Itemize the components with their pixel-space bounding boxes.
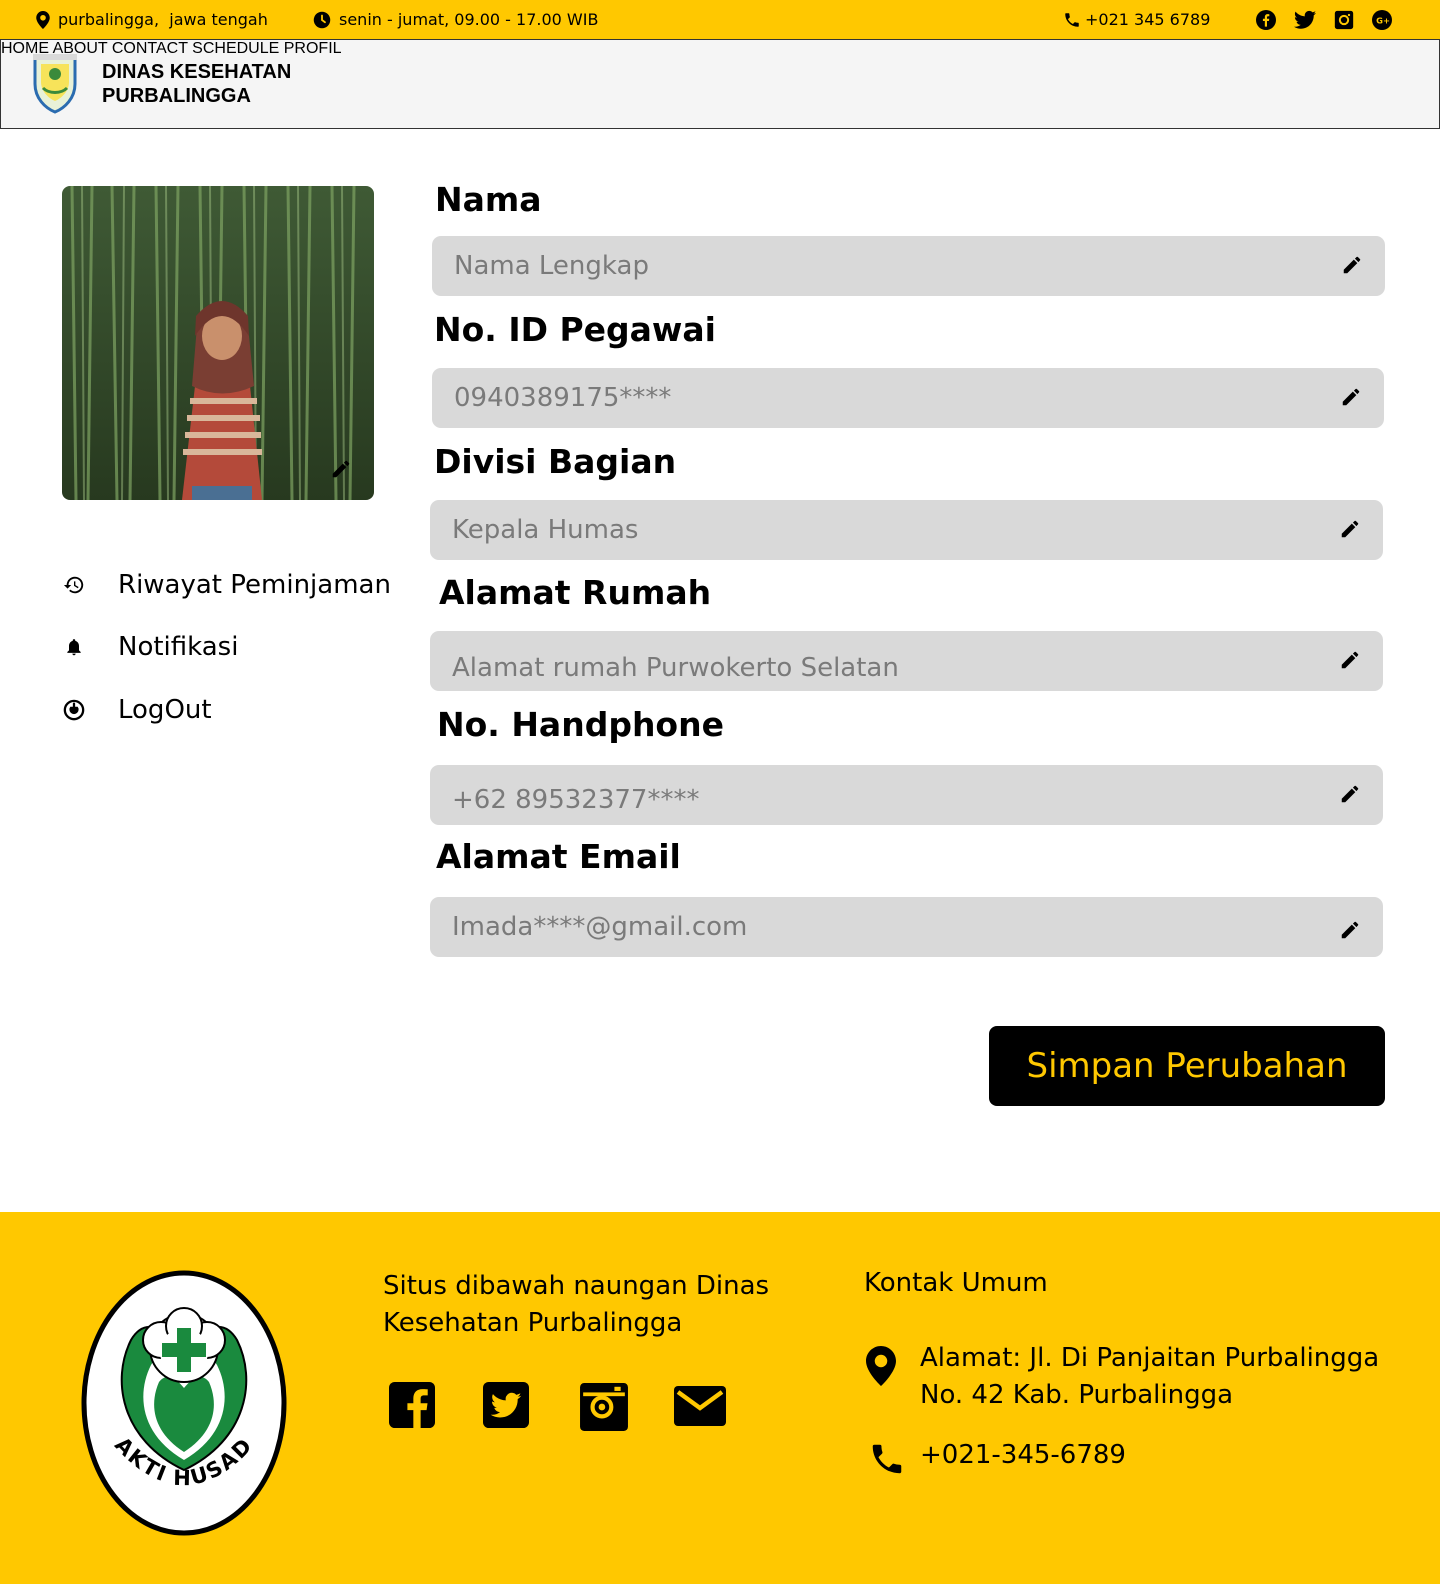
contact-phone[interactable]: +021-345-6789 bbox=[920, 1440, 1126, 1470]
field-nama[interactable] bbox=[432, 236, 1385, 296]
handphone-input[interactable] bbox=[430, 765, 1313, 825]
menu-label-logout: LogOut bbox=[118, 695, 212, 725]
nav-contact[interactable]: CONTACT bbox=[112, 40, 188, 57]
nama-input[interactable] bbox=[432, 236, 1315, 296]
edit-pencil-icon[interactable] bbox=[1341, 254, 1365, 278]
field-id-pegawai[interactable] bbox=[432, 368, 1384, 428]
menu-item-logout[interactable]: LogOut bbox=[62, 690, 212, 730]
hours-text: senin - jumat, 09.00 - 17.00 WIB bbox=[339, 10, 599, 29]
field-handphone[interactable] bbox=[430, 765, 1383, 825]
label-divisi: Divisi Bagian bbox=[434, 442, 677, 481]
save-changes-button[interactable]: Simpan Perubahan bbox=[989, 1026, 1385, 1106]
contact-address: Alamat: Jl. Di Panjaitan Purbalingga No.… bbox=[920, 1343, 1380, 1410]
email-input[interactable] bbox=[430, 897, 1313, 957]
alamat-rumah-input[interactable] bbox=[430, 631, 1313, 691]
bell-icon bbox=[62, 635, 86, 659]
nav-schedule[interactable]: SCHEDULE bbox=[192, 40, 279, 57]
divisi-input[interactable] bbox=[430, 500, 1313, 560]
contact-title: Kontak Umum bbox=[864, 1268, 1048, 1298]
edit-pencil-icon[interactable] bbox=[1339, 649, 1363, 673]
id-pegawai-input[interactable] bbox=[432, 368, 1314, 428]
brand-title: DINAS KESEHATAN PURBALINGGA bbox=[102, 60, 291, 108]
instagram-icon[interactable] bbox=[579, 1382, 629, 1432]
phone-text: +021 345 6789 bbox=[1085, 10, 1211, 29]
clock-icon bbox=[313, 11, 331, 29]
menu-label-riwayat: Riwayat Peminjaman bbox=[118, 570, 391, 600]
label-nama: Nama bbox=[435, 180, 542, 219]
google-plus-icon[interactable]: G+ bbox=[1372, 9, 1392, 30]
history-icon bbox=[62, 573, 86, 597]
twitter-icon[interactable] bbox=[483, 1382, 529, 1428]
mail-icon[interactable] bbox=[674, 1386, 726, 1426]
phone-info[interactable]: +021 345 6789 bbox=[1063, 0, 1210, 39]
main-header: DINAS KESEHATAN PURBALINGGA HOME ABOUT C… bbox=[0, 39, 1440, 129]
footer: BAKTI HUSADA Situs dibawah naungan Dinas… bbox=[0, 1212, 1440, 1584]
top-info-bar: purbalingga, jawa tengah senin - jumat, … bbox=[0, 0, 1440, 39]
label-handphone: No. Handphone bbox=[437, 705, 724, 744]
top-social-links: G+ bbox=[1256, 0, 1392, 39]
location-info: purbalingga, jawa tengah bbox=[36, 0, 268, 39]
field-alamat-rumah[interactable] bbox=[430, 631, 1383, 691]
twitter-icon[interactable] bbox=[1294, 10, 1316, 30]
location-text: purbalingga, jawa tengah bbox=[58, 10, 268, 29]
location-pin-icon bbox=[36, 10, 50, 29]
field-divisi[interactable] bbox=[430, 500, 1383, 560]
facebook-icon[interactable] bbox=[1256, 9, 1276, 30]
menu-item-notifikasi[interactable]: Notifikasi bbox=[62, 627, 238, 667]
edit-pencil-icon[interactable] bbox=[1339, 783, 1363, 807]
power-icon bbox=[62, 698, 86, 722]
label-alamat-rumah: Alamat Rumah bbox=[439, 573, 712, 612]
label-id-pegawai: No. ID Pegawai bbox=[434, 310, 716, 349]
svg-text:G+: G+ bbox=[1376, 15, 1390, 25]
footer-description: Situs dibawah naungan Dinas Kesehatan Pu… bbox=[383, 1271, 770, 1338]
main-nav: HOME ABOUT CONTACT SCHEDULE PROFIL bbox=[1, 40, 1439, 58]
purbalingga-crest-logo[interactable] bbox=[31, 52, 79, 116]
bakti-husada-logo: BAKTI HUSADA bbox=[72, 1251, 287, 1536]
label-email: Alamat Email bbox=[436, 837, 681, 876]
location-pin-icon bbox=[866, 1346, 896, 1391]
menu-label-notifikasi: Notifikasi bbox=[118, 632, 239, 662]
phone-icon bbox=[868, 1440, 906, 1483]
edit-pencil-icon[interactable] bbox=[1339, 919, 1363, 943]
field-email[interactable] bbox=[430, 897, 1383, 957]
hours-info: senin - jumat, 09.00 - 17.00 WIB bbox=[313, 0, 598, 39]
profile-photo[interactable] bbox=[62, 186, 374, 500]
photo-edit-icon[interactable] bbox=[330, 458, 352, 480]
nav-profil[interactable]: PROFIL bbox=[284, 40, 342, 57]
brand-line-1: DINAS KESEHATAN bbox=[102, 61, 292, 83]
instagram-icon[interactable] bbox=[1334, 10, 1354, 30]
facebook-icon[interactable] bbox=[389, 1382, 435, 1428]
phone-icon bbox=[1063, 11, 1081, 29]
edit-pencil-icon[interactable] bbox=[1339, 518, 1363, 542]
edit-pencil-icon[interactable] bbox=[1340, 386, 1364, 410]
menu-item-riwayat[interactable]: Riwayat Peminjaman bbox=[62, 565, 391, 605]
brand-line-2: PURBALINGGA bbox=[102, 85, 251, 107]
